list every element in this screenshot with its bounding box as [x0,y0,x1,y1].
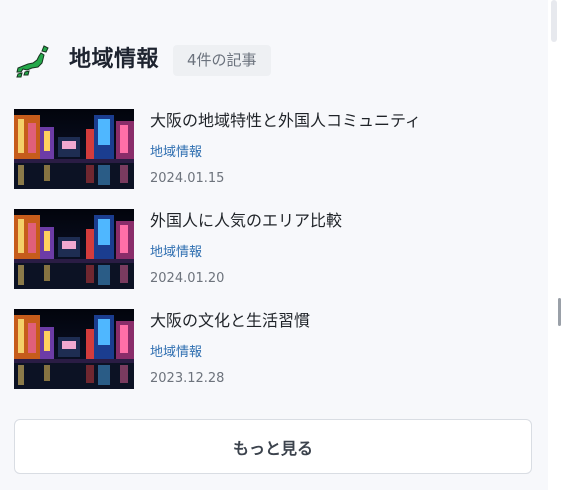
scrollbar-thumb[interactable] [551,0,557,42]
article-category-link[interactable]: 地域情報 [150,345,310,361]
article-title[interactable]: 大阪の文化と生活習慣 [150,311,310,331]
article-thumbnail[interactable] [14,209,134,289]
article-meta: 大阪の文化と生活習慣 地域情報 2023.12.28 [150,309,310,387]
article-title[interactable]: 外国人に人気のエリア比較 [150,211,342,231]
article-thumbnail[interactable] [14,109,134,189]
article-meta: 外国人に人気のエリア比較 地域情報 2024.01.20 [150,209,342,287]
scroll-position-marker [558,298,561,326]
japan-map-icon [16,45,49,78]
article-title[interactable]: 大阪の地域特性と外国人コミュニティ [150,111,421,131]
article-thumbnail[interactable] [14,309,134,389]
page: 地域情報 4件の記事 大阪の地域特性と外国人コミュニティ 地域情報 2024.0… [0,0,563,490]
show-more-button[interactable]: もっと見る [14,419,532,474]
vertical-scrollbar[interactable] [548,0,563,490]
article-date: 2024.01.15 [150,171,225,186]
article-category-link[interactable]: 地域情報 [150,245,342,261]
region-info-panel: 地域情報 4件の記事 大阪の地域特性と外国人コミュニティ 地域情報 2024.0… [0,0,548,490]
article-category-link[interactable]: 地域情報 [150,145,421,161]
article-date: 2023.12.28 [150,371,225,386]
article-item[interactable]: 外国人に人気のエリア比較 地域情報 2024.01.20 [14,209,534,289]
section-header: 地域情報 4件の記事 [15,41,271,79]
article-meta: 大阪の地域特性と外国人コミュニティ 地域情報 2024.01.15 [150,109,421,187]
article-count-badge: 4件の記事 [173,44,271,76]
article-item[interactable]: 大阪の文化と生活習慣 地域情報 2023.12.28 [14,309,534,389]
article-date: 2024.01.20 [150,271,225,286]
article-item[interactable]: 大阪の地域特性と外国人コミュニティ 地域情報 2024.01.15 [14,109,534,189]
section-title: 地域情報 [69,47,160,72]
article-list: 大阪の地域特性と外国人コミュニティ 地域情報 2024.01.15 外国人に人気… [14,109,534,409]
